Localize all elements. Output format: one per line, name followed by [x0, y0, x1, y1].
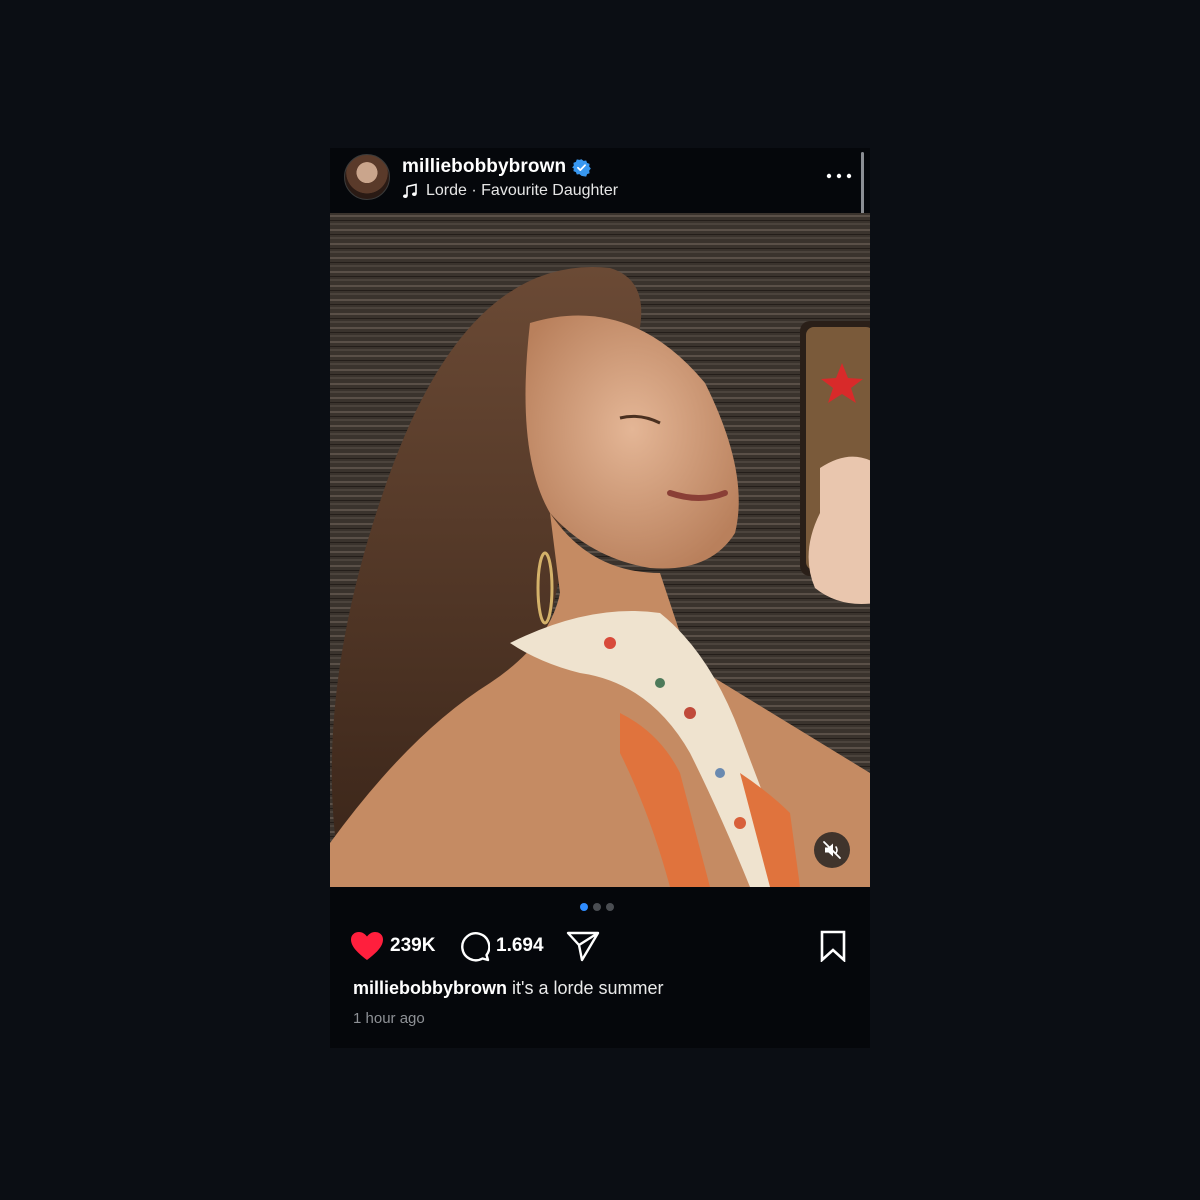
carousel-dot: [580, 903, 588, 911]
post-media[interactable]: [330, 213, 870, 887]
verified-badge-icon: [572, 158, 592, 177]
instagram-post: milliebobbybrown Lorde · Favourite Daugh…: [330, 148, 870, 1048]
caption-username[interactable]: milliebobbybrown: [353, 978, 507, 998]
post-timestamp: 1 hour ago: [353, 1010, 425, 1027]
audio-row[interactable]: Lorde · Favourite Daughter: [402, 180, 618, 202]
share-button[interactable]: [566, 926, 600, 966]
like-count[interactable]: 239K: [390, 935, 435, 957]
post-header: milliebobbybrown Lorde · Favourite Daugh…: [330, 148, 870, 256]
save-button[interactable]: [818, 926, 848, 966]
carousel-dot: [606, 903, 614, 911]
music-note-icon: [403, 183, 417, 198]
heart-filled-icon: [351, 932, 383, 960]
more-horizontal-icon[interactable]: [826, 170, 852, 182]
caption-text: it's a lorde summer: [512, 978, 664, 998]
bookmark-icon: [820, 930, 846, 962]
avatar[interactable]: [344, 154, 390, 200]
carousel-indicator: [580, 903, 620, 913]
mute-toggle-button[interactable]: [814, 832, 850, 868]
audio-label: Lorde · Favourite Daughter: [426, 182, 619, 199]
speaker-muted-icon: [823, 841, 841, 859]
comment-count[interactable]: 1.694: [496, 935, 544, 957]
username[interactable]: milliebobbybrown: [402, 156, 566, 178]
action-bar: 239K 1.694: [330, 926, 870, 966]
carousel-dot: [593, 903, 601, 911]
post-photo: [330, 213, 870, 887]
like-button[interactable]: 239K: [350, 926, 435, 966]
comment-button[interactable]: 1.694: [458, 926, 544, 966]
comment-bubble-icon: [461, 932, 490, 962]
username-row: milliebobbybrown: [402, 156, 592, 178]
paper-plane-icon: [566, 931, 600, 962]
caption: milliebobbybrown it's a lorde summer: [353, 978, 664, 999]
